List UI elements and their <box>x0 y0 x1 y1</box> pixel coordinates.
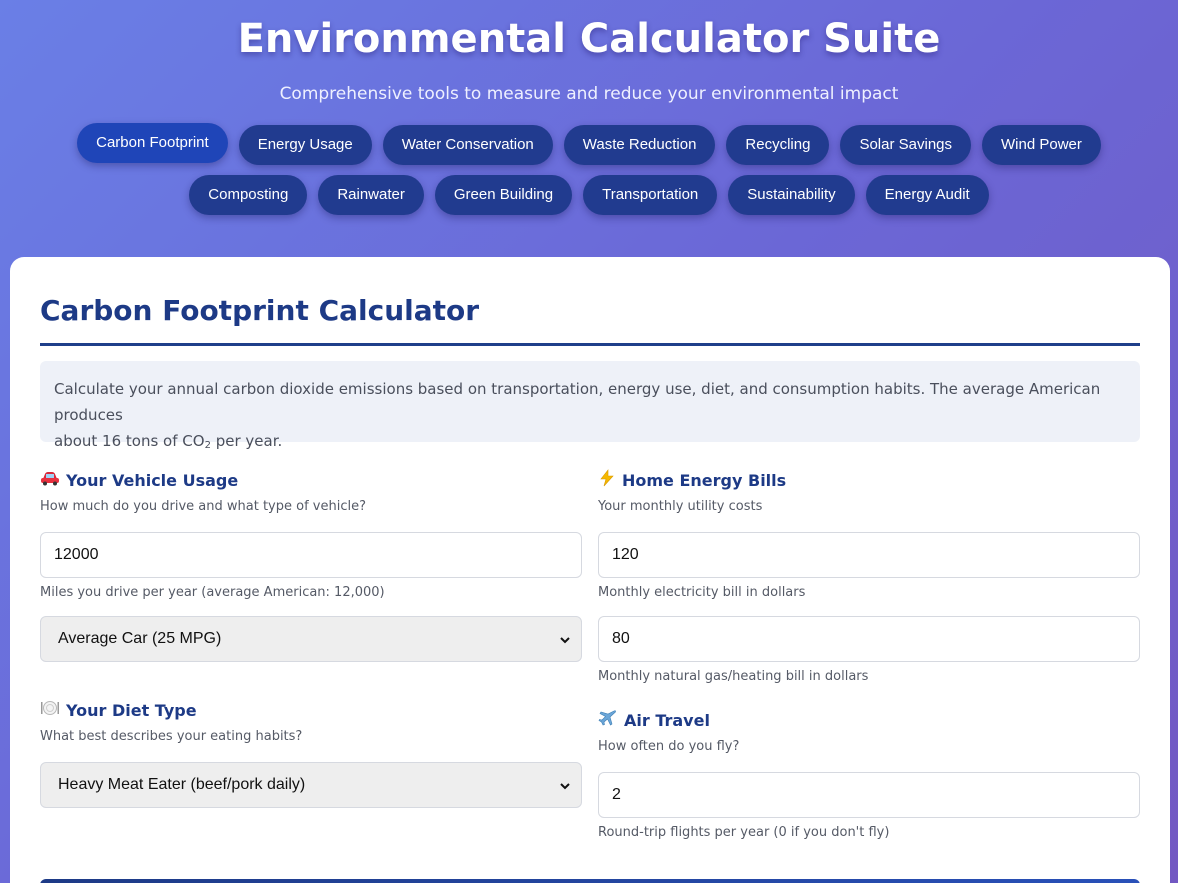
gas-input[interactable]: 80 <box>598 616 1140 662</box>
right-column: Home Energy Bills Your monthly utility c… <box>598 469 1140 842</box>
miles-hint: Miles you drive per year (average Americ… <box>40 585 385 600</box>
calculator-title: Carbon Footprint Calculator <box>40 294 480 327</box>
car-icon <box>40 470 60 492</box>
left-column: Your Vehicle Usage How much do you drive… <box>40 470 582 842</box>
nav-solar-savings[interactable]: Solar Savings <box>840 125 972 165</box>
lightning-icon <box>598 469 616 493</box>
gas-hint: Monthly natural gas/heating bill in doll… <box>598 669 869 684</box>
info-text-line2: about 16 tons of CO2 per year. <box>54 432 283 451</box>
page-title: Environmental Calculator Suite <box>237 16 941 62</box>
airplane-icon <box>598 709 618 733</box>
plate-icon <box>40 700 60 722</box>
nav-wind-power[interactable]: Wind Power <box>982 125 1101 165</box>
vehicle-section-title: Your Vehicle Usage <box>40 470 582 492</box>
diet-section-title: Your Diet Type <box>40 700 582 722</box>
nav-transportation[interactable]: Transportation <box>583 175 718 215</box>
electricity-input[interactable]: 120 <box>598 532 1140 578</box>
nav-composting[interactable]: Composting <box>189 175 308 215</box>
flights-hint: Round-trip flights per year (0 if you do… <box>598 825 890 840</box>
diet-section-desc: What best describes your eating habits? <box>40 729 303 744</box>
nav-recycling[interactable]: Recycling <box>726 125 830 165</box>
calculator-nav: Carbon Footprint Energy Usage Water Cons… <box>0 123 1178 215</box>
nav-waste-reduction[interactable]: Waste Reduction <box>563 125 716 165</box>
air-section-title: Air Travel <box>598 710 1140 732</box>
energy-section-title: Home Energy Bills <box>598 469 1140 493</box>
diet-type-select[interactable]: Heavy Meat Eater (beef/pork daily) <box>40 762 582 808</box>
nav-energy-usage[interactable]: Energy Usage <box>238 125 372 165</box>
info-text-line1: Calculate your annual carbon dioxide emi… <box>54 380 1101 424</box>
vehicle-type-select[interactable]: Average Car (25 MPG) <box>40 616 582 662</box>
energy-section-desc: Your monthly utility costs <box>598 499 763 514</box>
title-divider <box>40 343 1140 346</box>
nav-sustainability[interactable]: Sustainability <box>728 175 855 215</box>
nav-water-conservation[interactable]: Water Conservation <box>382 125 553 165</box>
nav-energy-audit[interactable]: Energy Audit <box>865 175 989 215</box>
nav-rainwater[interactable]: Rainwater <box>318 175 424 215</box>
calculator-card: Carbon Footprint Calculator Calculate yo… <box>10 257 1170 883</box>
air-section-desc: How often do you fly? <box>598 739 740 754</box>
chevron-down-icon <box>559 779 571 791</box>
calculate-button[interactable] <box>40 879 1140 883</box>
miles-input[interactable]: 12000 <box>40 532 582 578</box>
chevron-down-icon <box>559 633 571 645</box>
electricity-hint: Monthly electricity bill in dollars <box>598 585 806 600</box>
calculator-grid: Your Vehicle Usage How much do you drive… <box>40 469 1140 842</box>
flights-input[interactable]: 2 <box>598 772 1140 818</box>
page-subtitle: Comprehensive tools to measure and reduc… <box>279 84 899 104</box>
nav-green-building[interactable]: Green Building <box>434 175 573 215</box>
nav-carbon-footprint[interactable]: Carbon Footprint <box>77 123 228 163</box>
info-box: Calculate your annual carbon dioxide emi… <box>40 361 1140 451</box>
vehicle-section-desc: How much do you drive and what type of v… <box>40 499 366 514</box>
page-header: Environmental Calculator Suite Comprehen… <box>0 0 1178 105</box>
